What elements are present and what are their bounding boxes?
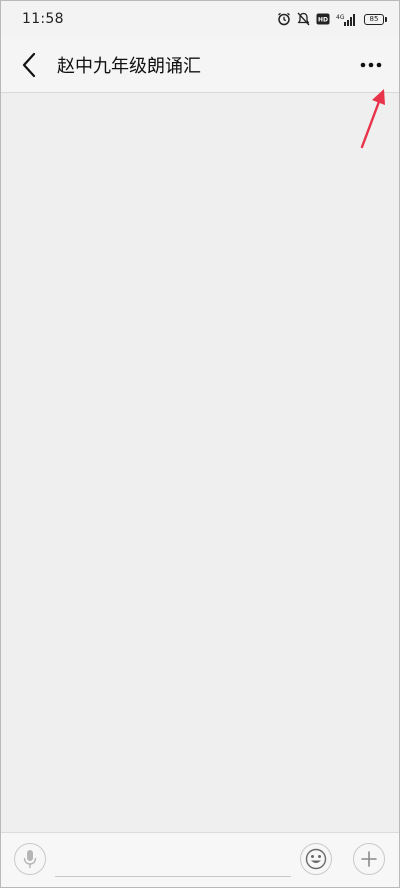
battery-icon: 85 (364, 13, 387, 25)
input-bar (1, 832, 399, 887)
svg-text:HD: HD (318, 17, 328, 24)
emoji-button[interactable] (300, 843, 332, 875)
more-dots-icon (360, 62, 382, 67)
mute-icon (297, 12, 310, 26)
battery-level: 85 (364, 13, 384, 25)
navigation-bar: 赵中九年级朗诵汇 (1, 37, 399, 93)
network-label: 4G (336, 14, 345, 21)
plus-icon (361, 851, 377, 867)
back-button[interactable] (1, 37, 57, 93)
emoji-icon (305, 848, 327, 870)
signal-icon: 4G (336, 13, 358, 26)
more-functions-button[interactable] (353, 843, 385, 875)
status-icons: HD 4G 85 (277, 12, 387, 26)
status-time: 11:58 (22, 11, 64, 27)
alarm-icon (277, 12, 291, 26)
page-title: 赵中九年级朗诵汇 (57, 55, 201, 77)
chat-content-area (1, 94, 399, 834)
voice-input-button[interactable] (14, 843, 46, 875)
chat-screen: 11:58 HD 4G 85 赵中九年级朗诵汇 (0, 0, 400, 888)
microphone-icon (23, 850, 37, 868)
hd-icon: HD (316, 13, 330, 25)
annotation-arrow-icon (360, 89, 385, 149)
message-input[interactable] (55, 841, 291, 877)
status-bar: 11:58 HD 4G 85 (1, 1, 399, 37)
chevron-left-icon (22, 52, 36, 77)
